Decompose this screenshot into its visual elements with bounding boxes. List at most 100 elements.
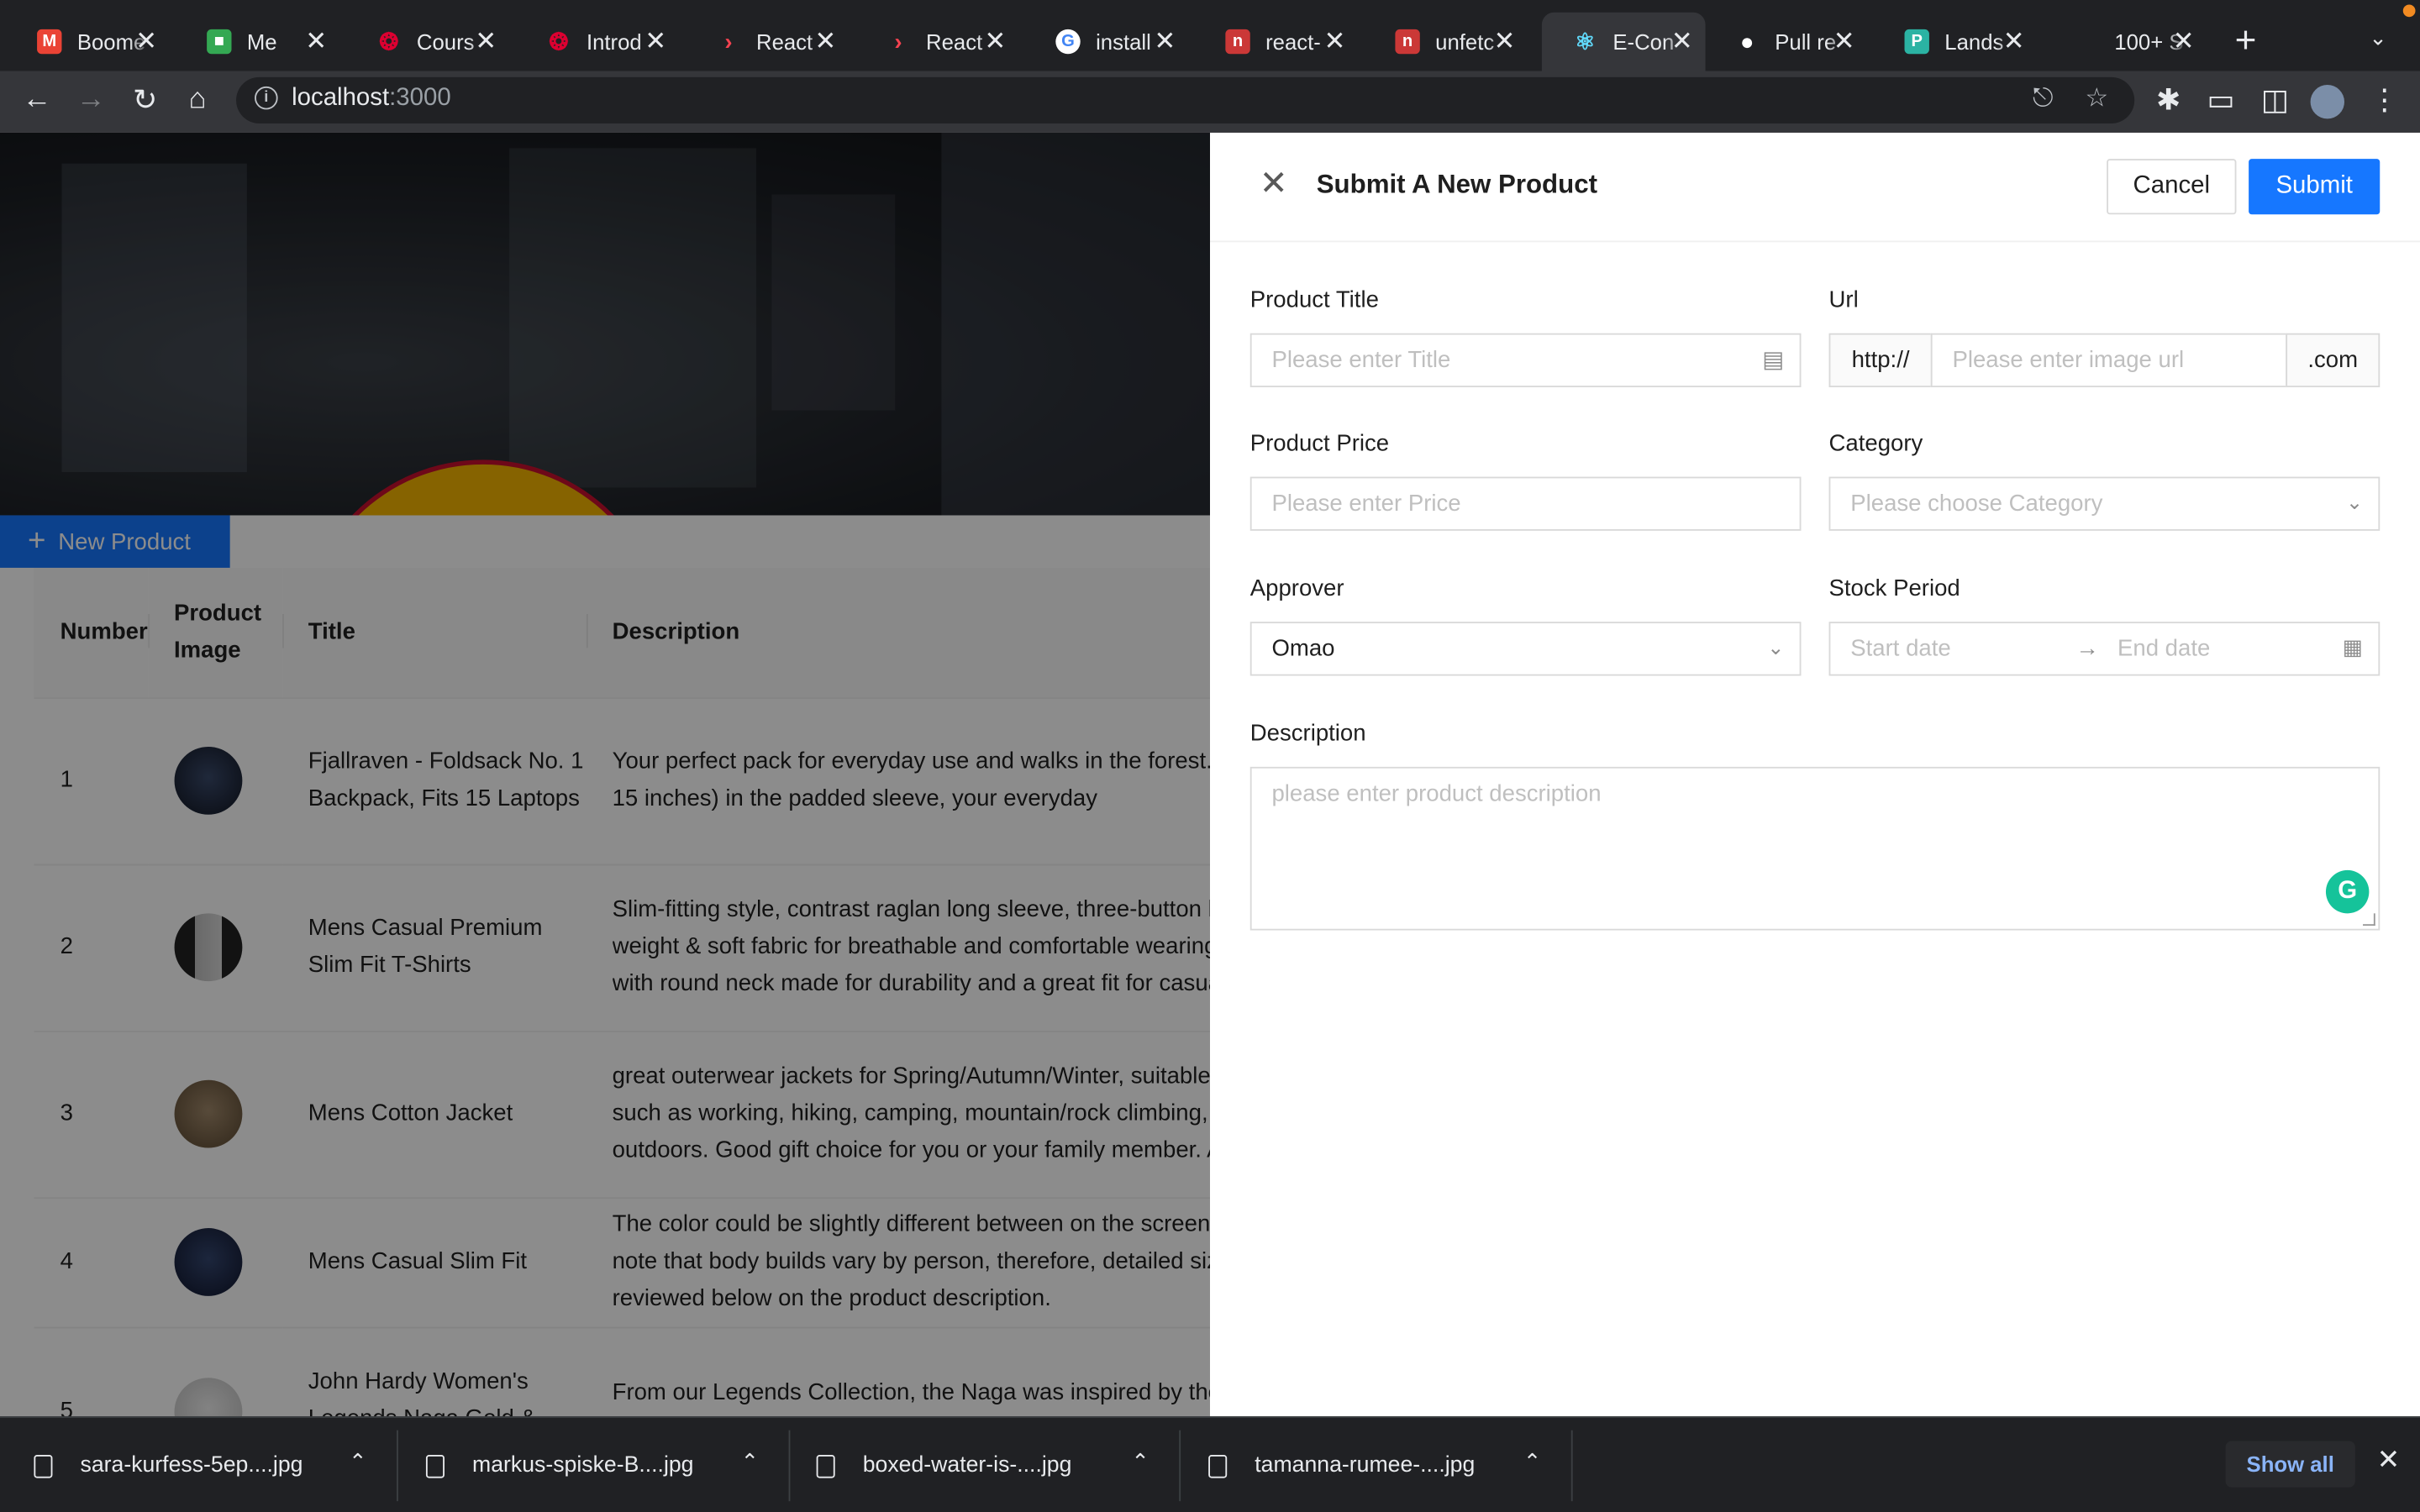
description-label: Description <box>1249 720 1366 747</box>
url-input[interactable]: Please enter image url <box>1930 333 2288 388</box>
tab-close-icon[interactable]: ✕ <box>2173 26 2195 57</box>
file-icon <box>816 1454 835 1478</box>
product-title-input[interactable]: Please enter Title ▤ <box>1249 333 1802 388</box>
category-label: Category <box>1828 430 1923 457</box>
arrow-right-icon: → <box>2075 635 2099 662</box>
browser-tab[interactable]: M Boome ✕ <box>6 13 170 71</box>
divider <box>1570 1430 1573 1502</box>
approver-value: Omao <box>1271 635 1335 662</box>
bookmark-star-icon[interactable]: ☆ <box>2085 83 2108 114</box>
chevron-up-icon[interactable]: ⌃ <box>741 1449 760 1475</box>
chevron-down-icon: ⌄ <box>1767 635 1785 659</box>
react-router-icon: › <box>724 28 733 55</box>
reload-icon[interactable]: ↻ <box>127 83 164 118</box>
tab-close-icon[interactable]: ✕ <box>984 26 1006 57</box>
screen: M Boome ✕ ■ Me ✕ ❂ Cours ✕ ❂ Introd ✕ › React ✕ › React ✕… <box>0 0 2420 1512</box>
tab-close-icon[interactable]: ✕ <box>475 26 497 57</box>
extensions-icon[interactable]: ✱ <box>2150 83 2187 118</box>
close-icon[interactable]: ✕ <box>1260 164 1288 204</box>
divider <box>788 1430 791 1502</box>
download-item[interactable]: tamanna-rumee-....jpg ⌃ <box>1208 1418 1566 1512</box>
stock-period-range-picker[interactable]: Start date → End date ▦ <box>1828 622 2381 676</box>
cancel-button[interactable]: Cancel <box>2107 159 2237 215</box>
browser-tab[interactable]: n react- ✕ <box>1195 13 1359 71</box>
react-router-icon: › <box>894 28 902 55</box>
tab-close-icon[interactable]: ✕ <box>305 26 327 57</box>
google-icon: G <box>1055 29 1081 55</box>
site-info-icon[interactable]: i <box>255 86 278 110</box>
approver-select[interactable]: Omao ⌄ <box>1249 622 1802 676</box>
drawer-header: ✕ Submit A New Product Cancel Submit <box>1210 133 2420 243</box>
browser-tab[interactable]: ❂ Cours ✕ <box>345 13 509 71</box>
product-title-label: Product Title <box>1249 286 1379 313</box>
tab-close-icon[interactable]: ✕ <box>1494 26 1516 57</box>
browser-menu-icon[interactable]: ⋮ <box>2366 83 2403 118</box>
chevron-up-icon[interactable]: ⌃ <box>1523 1449 1542 1475</box>
download-item[interactable]: boxed-water-is-....jpg ⌃ <box>816 1418 1175 1512</box>
tab-close-icon[interactable]: ✕ <box>644 26 666 57</box>
category-select[interactable]: Please choose Category ⌄ <box>1828 476 2381 531</box>
start-date-input[interactable]: Start date <box>1850 636 2075 662</box>
browser-tab[interactable]: Ginstall ✕ <box>1025 13 1189 71</box>
download-filename: markus-spiske-B....jpg <box>472 1453 694 1478</box>
forward-icon[interactable]: → <box>72 83 109 117</box>
url-label: Url <box>1828 286 1859 313</box>
download-item[interactable]: markus-spiske-B....jpg ⌃ <box>425 1418 784 1512</box>
browser-tab[interactable]: › React ✕ <box>686 13 850 71</box>
browser-tab[interactable]: ⚛ E-Con ✕ <box>1541 12 1706 71</box>
product-price-placeholder: Please enter Price <box>1271 491 1461 517</box>
resize-handle[interactable] <box>2363 913 2375 927</box>
download-item[interactable]: sara-kurfess-5ep....jpg ⌃ <box>34 1418 392 1512</box>
tab-close-icon[interactable]: ✕ <box>1671 26 1693 57</box>
stock-period-label: Stock Period <box>1828 575 1960 602</box>
product-price-input[interactable]: Please enter Price <box>1249 476 1802 531</box>
npm-icon: n <box>1395 29 1420 55</box>
tab-close-icon[interactable]: ✕ <box>1833 26 1855 57</box>
cast-icon[interactable]: ▭ <box>2202 83 2239 118</box>
browser-tab[interactable]: ● Pull re ✕ <box>1704 13 1868 71</box>
tab-close-icon[interactable]: ✕ <box>135 26 157 57</box>
side-panel-icon[interactable]: ◫ <box>2256 83 2293 118</box>
browser-tab[interactable]: P Lands ✕ <box>1874 13 2038 71</box>
new-tab-button[interactable]: + <box>2235 20 2257 63</box>
chevron-up-icon[interactable]: ⌃ <box>349 1449 367 1475</box>
address-bar[interactable]: i localhost:3000 ⎋ ☆ <box>236 76 2135 123</box>
file-icon <box>34 1454 53 1478</box>
home-icon[interactable]: ⌂ <box>179 83 216 117</box>
grammarly-icon[interactable]: G <box>2325 869 2370 914</box>
download-filename: sara-kurfess-5ep....jpg <box>80 1453 303 1478</box>
description-textarea[interactable]: please enter product description G <box>1249 766 2381 931</box>
drawer-title: Submit A New Product <box>1316 170 1597 199</box>
browser-tab[interactable]: ❂ Introd ✕ <box>515 13 679 71</box>
browser-tab[interactable]: 100+ S ✕ <box>2044 13 2207 71</box>
browser-tab[interactable]: › React ✕ <box>855 13 1019 71</box>
share-icon[interactable]: ⎋ <box>2033 83 2054 114</box>
update-indicator <box>2402 4 2416 18</box>
chevron-up-icon[interactable]: ⌃ <box>1131 1449 1150 1475</box>
downloads-bar: Show all ✕ sara-kurfess-5ep....jpg ⌃ marku… <box>0 1416 2420 1512</box>
show-all-button[interactable]: Show all <box>2225 1441 2355 1488</box>
blank-icon <box>2075 29 2099 54</box>
app-page: + New Product Number Product Image Title… <box>0 132 2420 1417</box>
submit-button[interactable]: Submit <box>2249 159 2381 215</box>
address-url: localhost:3000 <box>292 85 451 112</box>
file-icon <box>425 1454 445 1478</box>
browser-tab[interactable]: ■ Me ✕ <box>176 13 339 71</box>
divider <box>1179 1430 1181 1502</box>
meet-icon: ■ <box>207 29 232 55</box>
new-product-drawer: ✕ Submit A New Product Cancel Submit Pro… <box>1210 132 2420 1417</box>
tab-close-icon[interactable]: ✕ <box>1154 26 1176 57</box>
end-date-input[interactable]: End date <box>2118 636 2210 662</box>
drawer-mask-overlay[interactable] <box>0 132 1211 1417</box>
angular-icon: ❂ <box>379 29 399 56</box>
browser-tab[interactable]: n unfetc ✕ <box>1365 13 1528 71</box>
tab-close-icon[interactable]: ✕ <box>2003 26 2025 57</box>
close-downloads-icon[interactable]: ✕ <box>2377 1444 2401 1477</box>
back-icon[interactable]: ← <box>18 83 55 117</box>
tab-close-icon[interactable]: ✕ <box>1323 26 1345 57</box>
tab-search-icon[interactable]: ⌄ <box>2369 24 2387 50</box>
id-card-icon: ▤ <box>1762 347 1785 374</box>
gmail-icon: M <box>37 29 62 55</box>
profile-avatar[interactable] <box>2310 85 2345 119</box>
tab-close-icon[interactable]: ✕ <box>814 26 836 57</box>
